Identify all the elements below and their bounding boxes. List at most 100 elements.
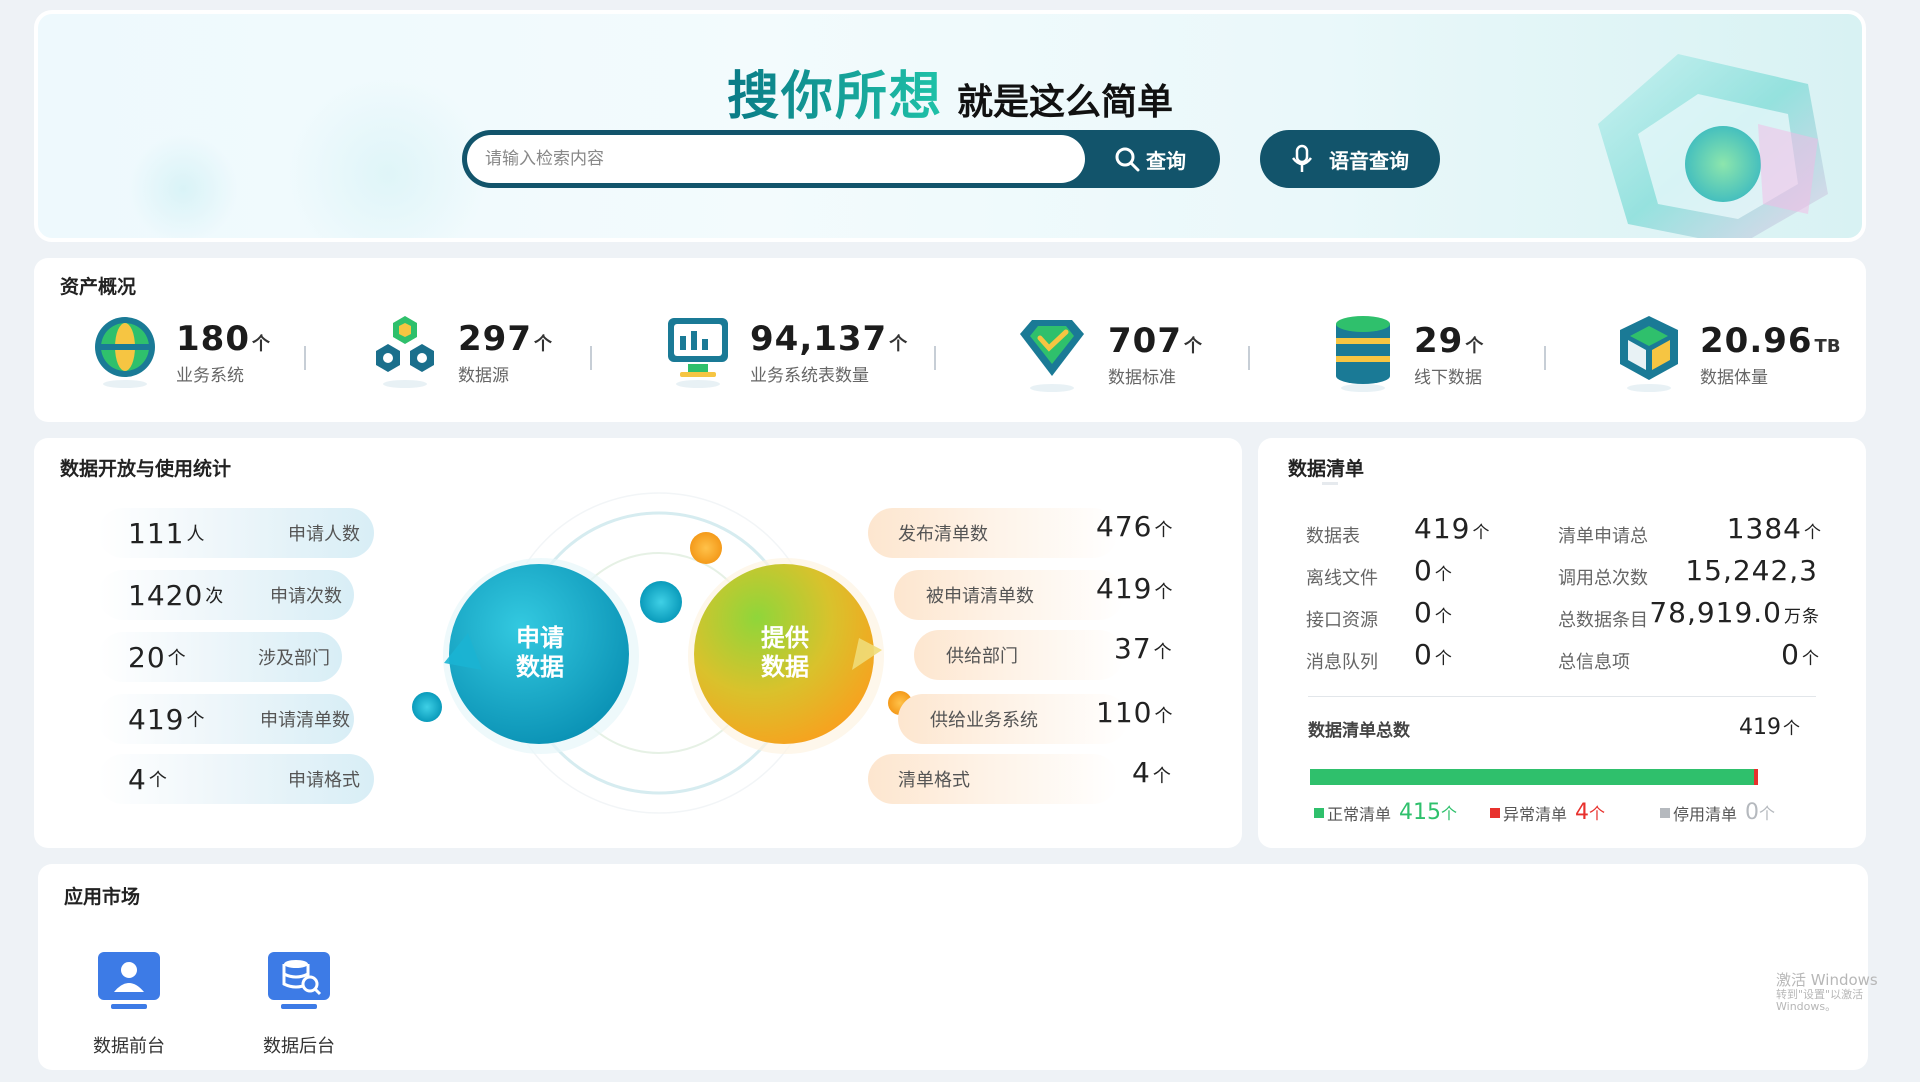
stat-value-published: 476 个 xyxy=(1096,510,1173,543)
value: 0 xyxy=(1781,638,1800,671)
watermark-line: 转到"设置"以激活 Windows。 xyxy=(1776,987,1864,1013)
supply-label-line: 数据 xyxy=(761,652,809,681)
asset-item-data-volume[interactable]: 20.96 TB 数据体量 xyxy=(1616,314,1841,394)
windows-activation-watermark: 激活 Windows 转到"设置"以激活 Windows。 xyxy=(1776,972,1920,1013)
data-list-title: 数据清单 xyxy=(1288,458,1365,480)
asset-item-data-sources[interactable]: 297 个数据源 xyxy=(370,314,552,390)
search-icon xyxy=(1115,147,1140,172)
list-value: 78,919.0 万条 xyxy=(1649,596,1820,629)
stat-application-count: 1420 次 申请次数 xyxy=(98,570,354,620)
stat-unit: 个 xyxy=(1154,582,1174,603)
asset-label: 线下数据 xyxy=(1414,367,1482,388)
legend-label: 正常清单 xyxy=(1327,804,1392,824)
data-usage-stats-panel: 数据开放与使用统计 111 人 申请人数 1420 次 申请次数 20 个 涉及部门 … xyxy=(34,438,1242,848)
legend-swatch xyxy=(1314,807,1324,818)
stat-unit: 个 xyxy=(1152,766,1172,787)
list-total-label: 数据清单总数 xyxy=(1308,721,1410,741)
legend-value: 4个 xyxy=(1575,800,1605,825)
legend-swatch xyxy=(1660,807,1670,818)
asset-value: 297 xyxy=(458,318,532,359)
supply-circle-label: 提供 数据 xyxy=(735,624,835,682)
list-label: 数据表 xyxy=(1306,526,1360,547)
legend-value: 415个 xyxy=(1399,800,1457,825)
asset-label: 数据体量 xyxy=(1700,367,1768,388)
asset-label: 业务系统表数量 xyxy=(750,365,869,386)
hero-banner: 搜你所想就是这么简单 查询 语音查询 xyxy=(34,10,1866,242)
abnormal-bar-segment xyxy=(1754,769,1758,785)
stat-applicants: 111 人 申请人数 xyxy=(98,508,374,558)
unit: 个 xyxy=(1434,607,1453,627)
hero-slogan: 搜你所想 就是这么简单 xyxy=(38,54,1862,129)
asset-unit: 个 xyxy=(1183,335,1202,357)
stat-unit: 个 xyxy=(148,770,167,791)
search-input[interactable] xyxy=(467,135,1085,183)
stat-label: 涉及部门 xyxy=(258,648,330,669)
voice-search-button[interactable]: 语音查询 xyxy=(1260,130,1440,188)
app-market-title: 应用市场 xyxy=(64,886,141,908)
stat-published-lists: 发布清单数 xyxy=(868,508,1118,558)
asset-item-system-tables[interactable]: 94,137 个业务系统表数量 xyxy=(664,314,907,390)
asset-value: 707 xyxy=(1108,320,1182,361)
asset-value: 20.96 xyxy=(1700,320,1813,361)
stat-value: 110 xyxy=(1096,696,1153,729)
apply-label-line: 申请 xyxy=(516,624,564,652)
stat-value: 37 xyxy=(1114,632,1152,665)
stat-value: 4 xyxy=(128,762,147,796)
normal-bar-segment xyxy=(1310,769,1754,785)
asset-unit: 个 xyxy=(889,333,908,355)
divider xyxy=(934,346,936,370)
value: 0 xyxy=(1414,596,1433,629)
app-data-backend[interactable]: 数据后台 xyxy=(254,950,344,1058)
supply-label-line: 提供 xyxy=(761,624,809,652)
app-label: 数据后台 xyxy=(263,1036,335,1057)
search-button[interactable]: 查询 xyxy=(1090,135,1210,183)
divider xyxy=(304,346,306,370)
stat-value: 476 xyxy=(1096,510,1153,543)
stat-value-requested: 419 个 xyxy=(1096,572,1173,605)
stat-value: 419 xyxy=(1096,572,1153,605)
stat-label: 发布清单数 xyxy=(898,524,988,545)
stat-label: 供给业务系统 xyxy=(930,710,1038,731)
stat-supply-departments: 供给部门 xyxy=(914,630,1124,680)
asset-value: 29 xyxy=(1414,320,1464,361)
unit: 个 xyxy=(1434,565,1453,585)
value: 1384 xyxy=(1726,512,1802,545)
stat-applied-lists: 419 个 申请清单数 xyxy=(98,694,354,744)
legend-label: 异常清单 xyxy=(1503,804,1568,824)
stat-label: 申请清单数 xyxy=(260,710,350,731)
list-label: 总数据条目 xyxy=(1558,610,1648,631)
asset-item-offline-data[interactable]: 29 个线下数据 xyxy=(1330,314,1483,394)
list-label: 清单申请总 xyxy=(1558,526,1648,547)
stat-label: 供给部门 xyxy=(946,646,1018,667)
slogan-main: 搜你所想 xyxy=(726,66,943,127)
asset-value: 180 xyxy=(176,318,250,359)
list-status-bar xyxy=(1310,769,1758,785)
stat-departments: 20 个 涉及部门 xyxy=(98,632,342,682)
stat-unit: 个 xyxy=(1153,642,1173,663)
apply-circle-label: 申请 数据 xyxy=(490,624,590,682)
stat-value: 20 xyxy=(128,640,166,674)
list-value: 0个 xyxy=(1781,638,1820,671)
list-value: 0个 xyxy=(1414,554,1453,587)
microphone-icon xyxy=(1292,144,1312,172)
database-search-icon xyxy=(268,952,330,1009)
stat-unit: 个 xyxy=(1154,706,1174,727)
watermark-line: 激活 Windows xyxy=(1776,971,1878,989)
stat-label: 申请人数 xyxy=(288,524,360,545)
stat-unit: 个 xyxy=(1154,520,1174,541)
data-list-panel: 数据清单 数据表 419 个 清单申请总 1384 个 离线文件 0个 调用总次数 … xyxy=(1258,438,1866,848)
stat-value: 1420 xyxy=(128,578,204,612)
asset-item-data-standards[interactable]: 707 个数据标准 xyxy=(1014,314,1202,394)
asset-label: 业务系统 xyxy=(176,365,244,386)
stat-unit: 个 xyxy=(167,648,186,669)
stat-supply-systems: 供给业务系统 xyxy=(898,694,1128,744)
app-data-frontend[interactable]: 数据前台 xyxy=(84,950,174,1058)
globe-icon xyxy=(95,317,155,388)
diamond-check-icon xyxy=(1020,320,1084,392)
divider xyxy=(590,346,592,370)
stat-requested-lists: 被申请清单数 xyxy=(894,570,1124,620)
unit: 个 xyxy=(1589,804,1606,823)
value: 0 xyxy=(1745,800,1760,825)
app-market-panel: 应用市场 数据前台 数据后台 xyxy=(38,864,1868,1070)
asset-item-business-systems[interactable]: 180 个业务系统 xyxy=(92,314,270,390)
